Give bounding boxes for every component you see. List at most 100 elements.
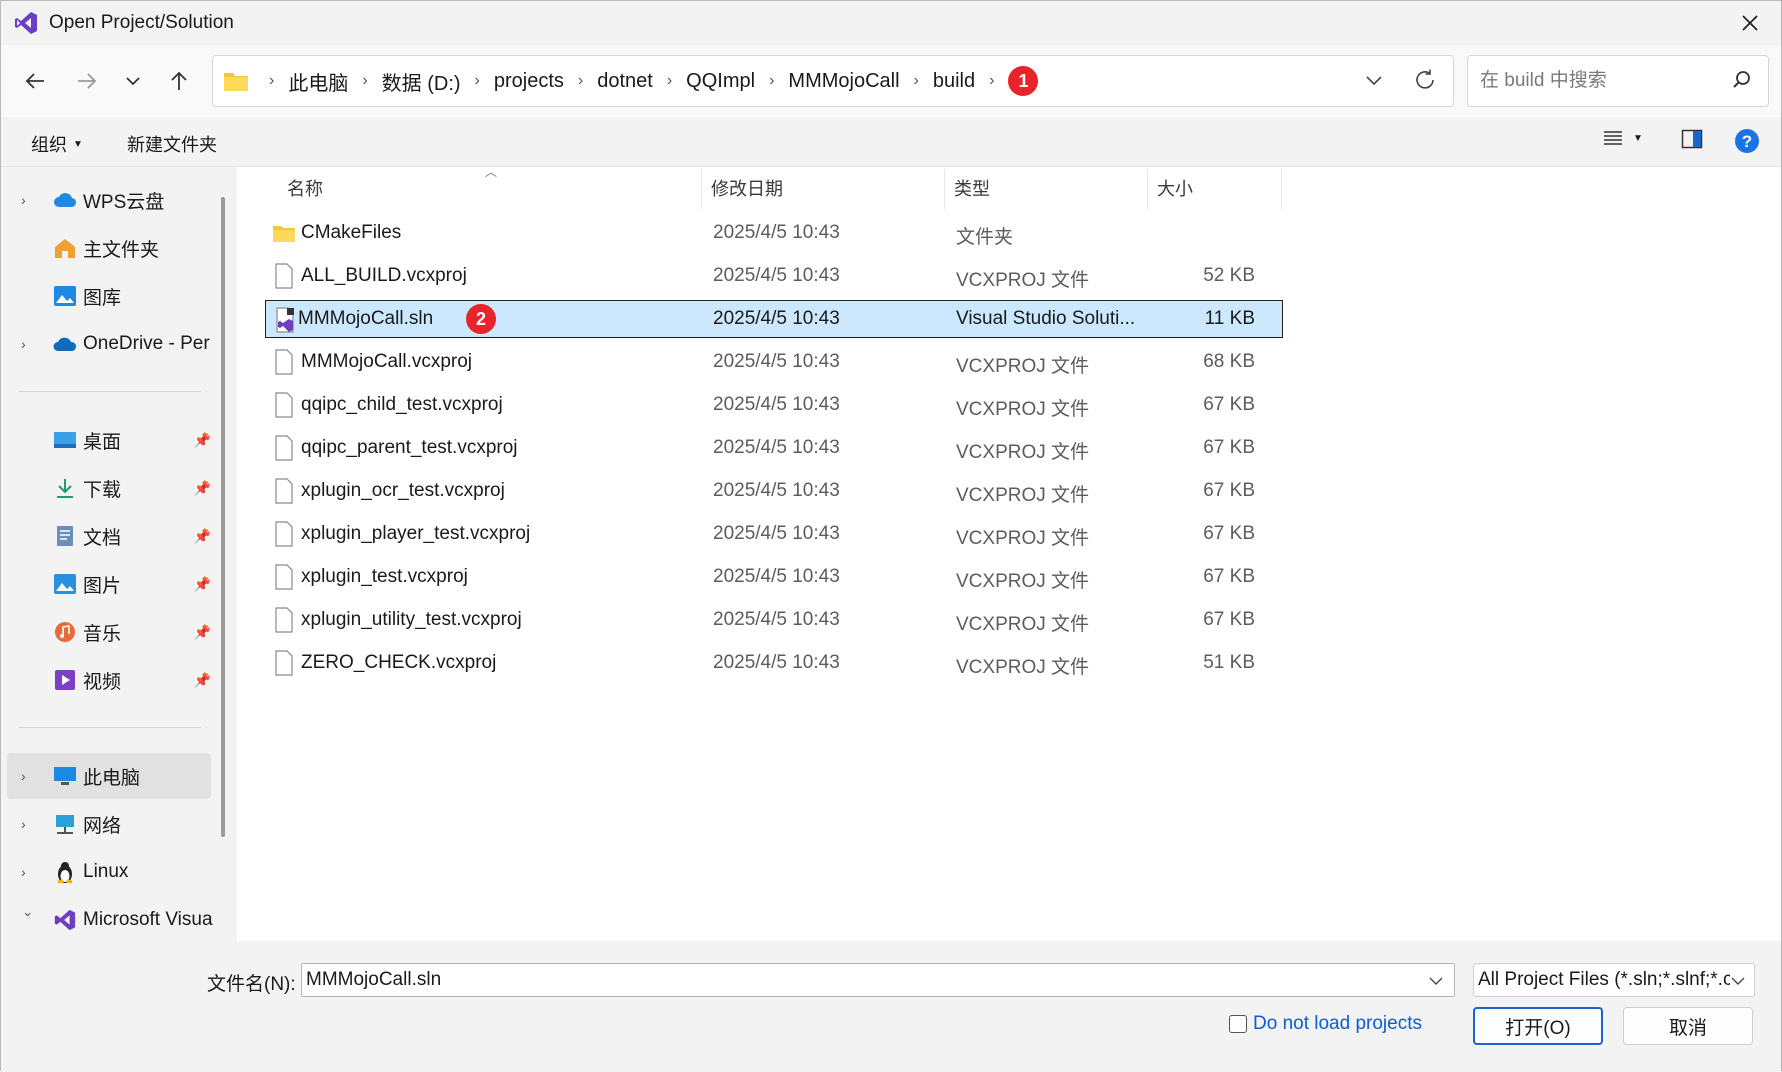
back-button[interactable] — [19, 65, 51, 97]
pin-icon[interactable]: 📌 — [194, 432, 211, 449]
sidebar-item-label: 图片 — [83, 575, 122, 597]
sidebar-item-desktop[interactable]: 桌面 📌 — [7, 417, 211, 463]
sidebar-item-label: 图库 — [83, 287, 122, 309]
filename-combobox[interactable]: MMMojoCall.sln — [301, 963, 1455, 997]
filename-field[interactable]: MMMojoCall.sln — [306, 969, 441, 991]
forward-button[interactable] — [71, 65, 103, 97]
caret-down-icon: ▼ — [73, 138, 83, 150]
chevron-right-icon[interactable]: › — [578, 72, 583, 90]
organize-menu[interactable]: 组织 ▼ — [31, 131, 83, 157]
pin-icon[interactable]: 📌 — [194, 480, 211, 497]
table-row[interactable]: xplugin_ocr_test.vcxproj 2025/4/5 10:43 … — [265, 472, 1283, 510]
chevron-right-icon[interactable]: › — [769, 72, 774, 90]
file-type-select[interactable]: All Project Files (*.sln;*.slnf;*.c — [1473, 963, 1755, 997]
file-type: VCXPROJ 文件 — [956, 485, 1090, 506]
sidebar-item-wps-cloud[interactable]: › WPS云盘 — [7, 177, 211, 223]
sidebar-item-pictures[interactable]: 图片 📌 — [7, 561, 211, 607]
table-row[interactable]: xplugin_test.vcxproj 2025/4/5 10:43 VCXP… — [265, 558, 1283, 596]
table-row[interactable]: MMMojoCall.sln 2 2025/4/5 10:43 Visual S… — [265, 300, 1283, 338]
column-divider[interactable] — [701, 169, 702, 209]
column-header-type[interactable]: 类型 — [954, 167, 990, 209]
table-row[interactable]: MMMojoCall.vcxproj 2025/4/5 10:43 VCXPRO… — [265, 343, 1283, 381]
table-row[interactable]: qqipc_child_test.vcxproj 2025/4/5 10:43 … — [265, 386, 1283, 424]
chevron-right-icon[interactable]: › — [21, 192, 37, 208]
column-header-modified[interactable]: 修改日期 — [711, 167, 783, 209]
do-not-load-projects-option[interactable]: Do not load projects — [1229, 1013, 1422, 1035]
file-modified: 2025/4/5 10:43 — [713, 480, 840, 501]
chevron-right-icon[interactable]: › — [362, 72, 367, 90]
chevron-right-icon[interactable]: › — [21, 816, 37, 832]
help-button[interactable]: ? — [1734, 128, 1760, 154]
table-row[interactable]: xplugin_player_test.vcxproj 2025/4/5 10:… — [265, 515, 1283, 553]
column-divider[interactable] — [1147, 169, 1148, 209]
close-button[interactable] — [1733, 7, 1767, 39]
table-row[interactable]: ALL_BUILD.vcxproj 2025/4/5 10:43 VCXPROJ… — [265, 257, 1283, 295]
column-divider[interactable] — [1281, 169, 1282, 209]
view-menu-button[interactable]: ▼ — [1603, 129, 1643, 147]
new-folder-button[interactable]: 新建文件夹 — [127, 131, 217, 157]
crumb-this-pc[interactable]: 此电脑 — [288, 67, 348, 96]
address-bar[interactable]: › 此电脑 › 数据 (D:) › projects › dotnet › QQ… — [212, 55, 1454, 107]
pin-icon[interactable]: 📌 — [194, 624, 211, 641]
chevron-right-icon[interactable]: › — [21, 768, 37, 784]
chevron-right-icon[interactable]: › — [21, 864, 37, 880]
column-header-size[interactable]: 大小 — [1157, 167, 1193, 209]
sidebar-item-downloads[interactable]: 下载 📌 — [7, 465, 211, 511]
sidebar-item-linux[interactable]: › Linux — [7, 849, 211, 895]
do-not-load-projects-label[interactable]: Do not load projects — [1253, 1013, 1422, 1035]
folder-icon — [273, 226, 295, 242]
address-dropdown-button[interactable] — [1365, 70, 1383, 93]
column-divider[interactable] — [944, 169, 945, 209]
chevron-down-icon — [1731, 977, 1745, 985]
file-name: qqipc_child_test.vcxproj — [301, 394, 503, 415]
sidebar-item-music[interactable]: 音乐 📌 — [7, 609, 211, 655]
crumb-qqimpl[interactable]: QQImpl — [686, 70, 755, 93]
column-header-name[interactable]: 名称 — [287, 167, 323, 209]
recent-locations-button[interactable] — [117, 65, 149, 97]
open-button[interactable]: 打开(O) — [1473, 1007, 1603, 1045]
chevron-down-icon[interactable]: › — [21, 912, 37, 928]
sidebar-item-documents[interactable]: 文档 📌 — [7, 513, 211, 559]
sidebar-item-label: Linux — [83, 861, 129, 882]
sidebar-item-visual-studio[interactable]: › Microsoft Visua — [7, 897, 213, 941]
preview-pane-button[interactable] — [1681, 129, 1703, 149]
chevron-right-icon[interactable]: › — [21, 336, 37, 352]
table-row[interactable]: xplugin_utility_test.vcxproj 2025/4/5 10… — [265, 601, 1283, 639]
chevron-right-icon[interactable]: › — [667, 72, 672, 90]
refresh-button[interactable] — [1413, 68, 1437, 98]
sidebar-scrollbar[interactable] — [221, 197, 225, 837]
sidebar-item-this-pc[interactable]: › 此电脑 — [7, 753, 211, 799]
sidebar-item-network[interactable]: › 网络 — [7, 801, 211, 847]
sidebar-item-gallery[interactable]: 图库 — [7, 273, 211, 319]
table-row[interactable]: qqipc_parent_test.vcxproj 2025/4/5 10:43… — [265, 429, 1283, 467]
chevron-right-icon[interactable]: › — [989, 72, 994, 90]
cancel-button[interactable]: 取消 — [1623, 1007, 1753, 1045]
search-box[interactable] — [1467, 55, 1769, 107]
search-icon[interactable] — [1732, 70, 1752, 90]
crumb-mmmojocall[interactable]: MMMojoCall — [788, 70, 899, 93]
sidebar-item-home[interactable]: 主文件夹 — [7, 225, 211, 271]
arrow-right-icon — [78, 73, 97, 89]
crumb-projects[interactable]: projects — [494, 70, 564, 93]
filename-dropdown-button[interactable] — [1428, 970, 1444, 993]
chevron-right-icon[interactable]: › — [914, 72, 919, 90]
pin-icon[interactable]: 📌 — [194, 528, 211, 545]
file-type-dropdown-button[interactable] — [1730, 970, 1746, 993]
crumb-drive-d[interactable]: 数据 (D:) — [382, 67, 461, 96]
pin-icon[interactable]: 📌 — [194, 672, 211, 689]
file-name: CMakeFiles — [301, 222, 402, 243]
crumb-dotnet[interactable]: dotnet — [597, 70, 653, 93]
gallery-icon — [53, 284, 77, 308]
search-input[interactable] — [1478, 69, 1718, 93]
up-button[interactable] — [163, 65, 195, 97]
chevron-right-icon[interactable]: › — [475, 72, 480, 90]
download-icon — [53, 476, 77, 500]
table-row[interactable]: CMakeFiles 2025/4/5 10:43 文件夹 — [265, 214, 1283, 252]
do-not-load-projects-checkbox[interactable] — [1229, 1015, 1247, 1033]
table-row[interactable]: ZERO_CHECK.vcxproj 2025/4/5 10:43 VCXPRO… — [265, 644, 1283, 682]
sidebar-item-onedrive[interactable]: › OneDrive - Per — [7, 321, 211, 367]
pin-icon[interactable]: 📌 — [194, 576, 211, 593]
sidebar-item-videos[interactable]: 视频 📌 — [7, 657, 211, 703]
crumb-build[interactable]: build — [933, 70, 975, 93]
file-modified: 2025/4/5 10:43 — [713, 265, 840, 286]
